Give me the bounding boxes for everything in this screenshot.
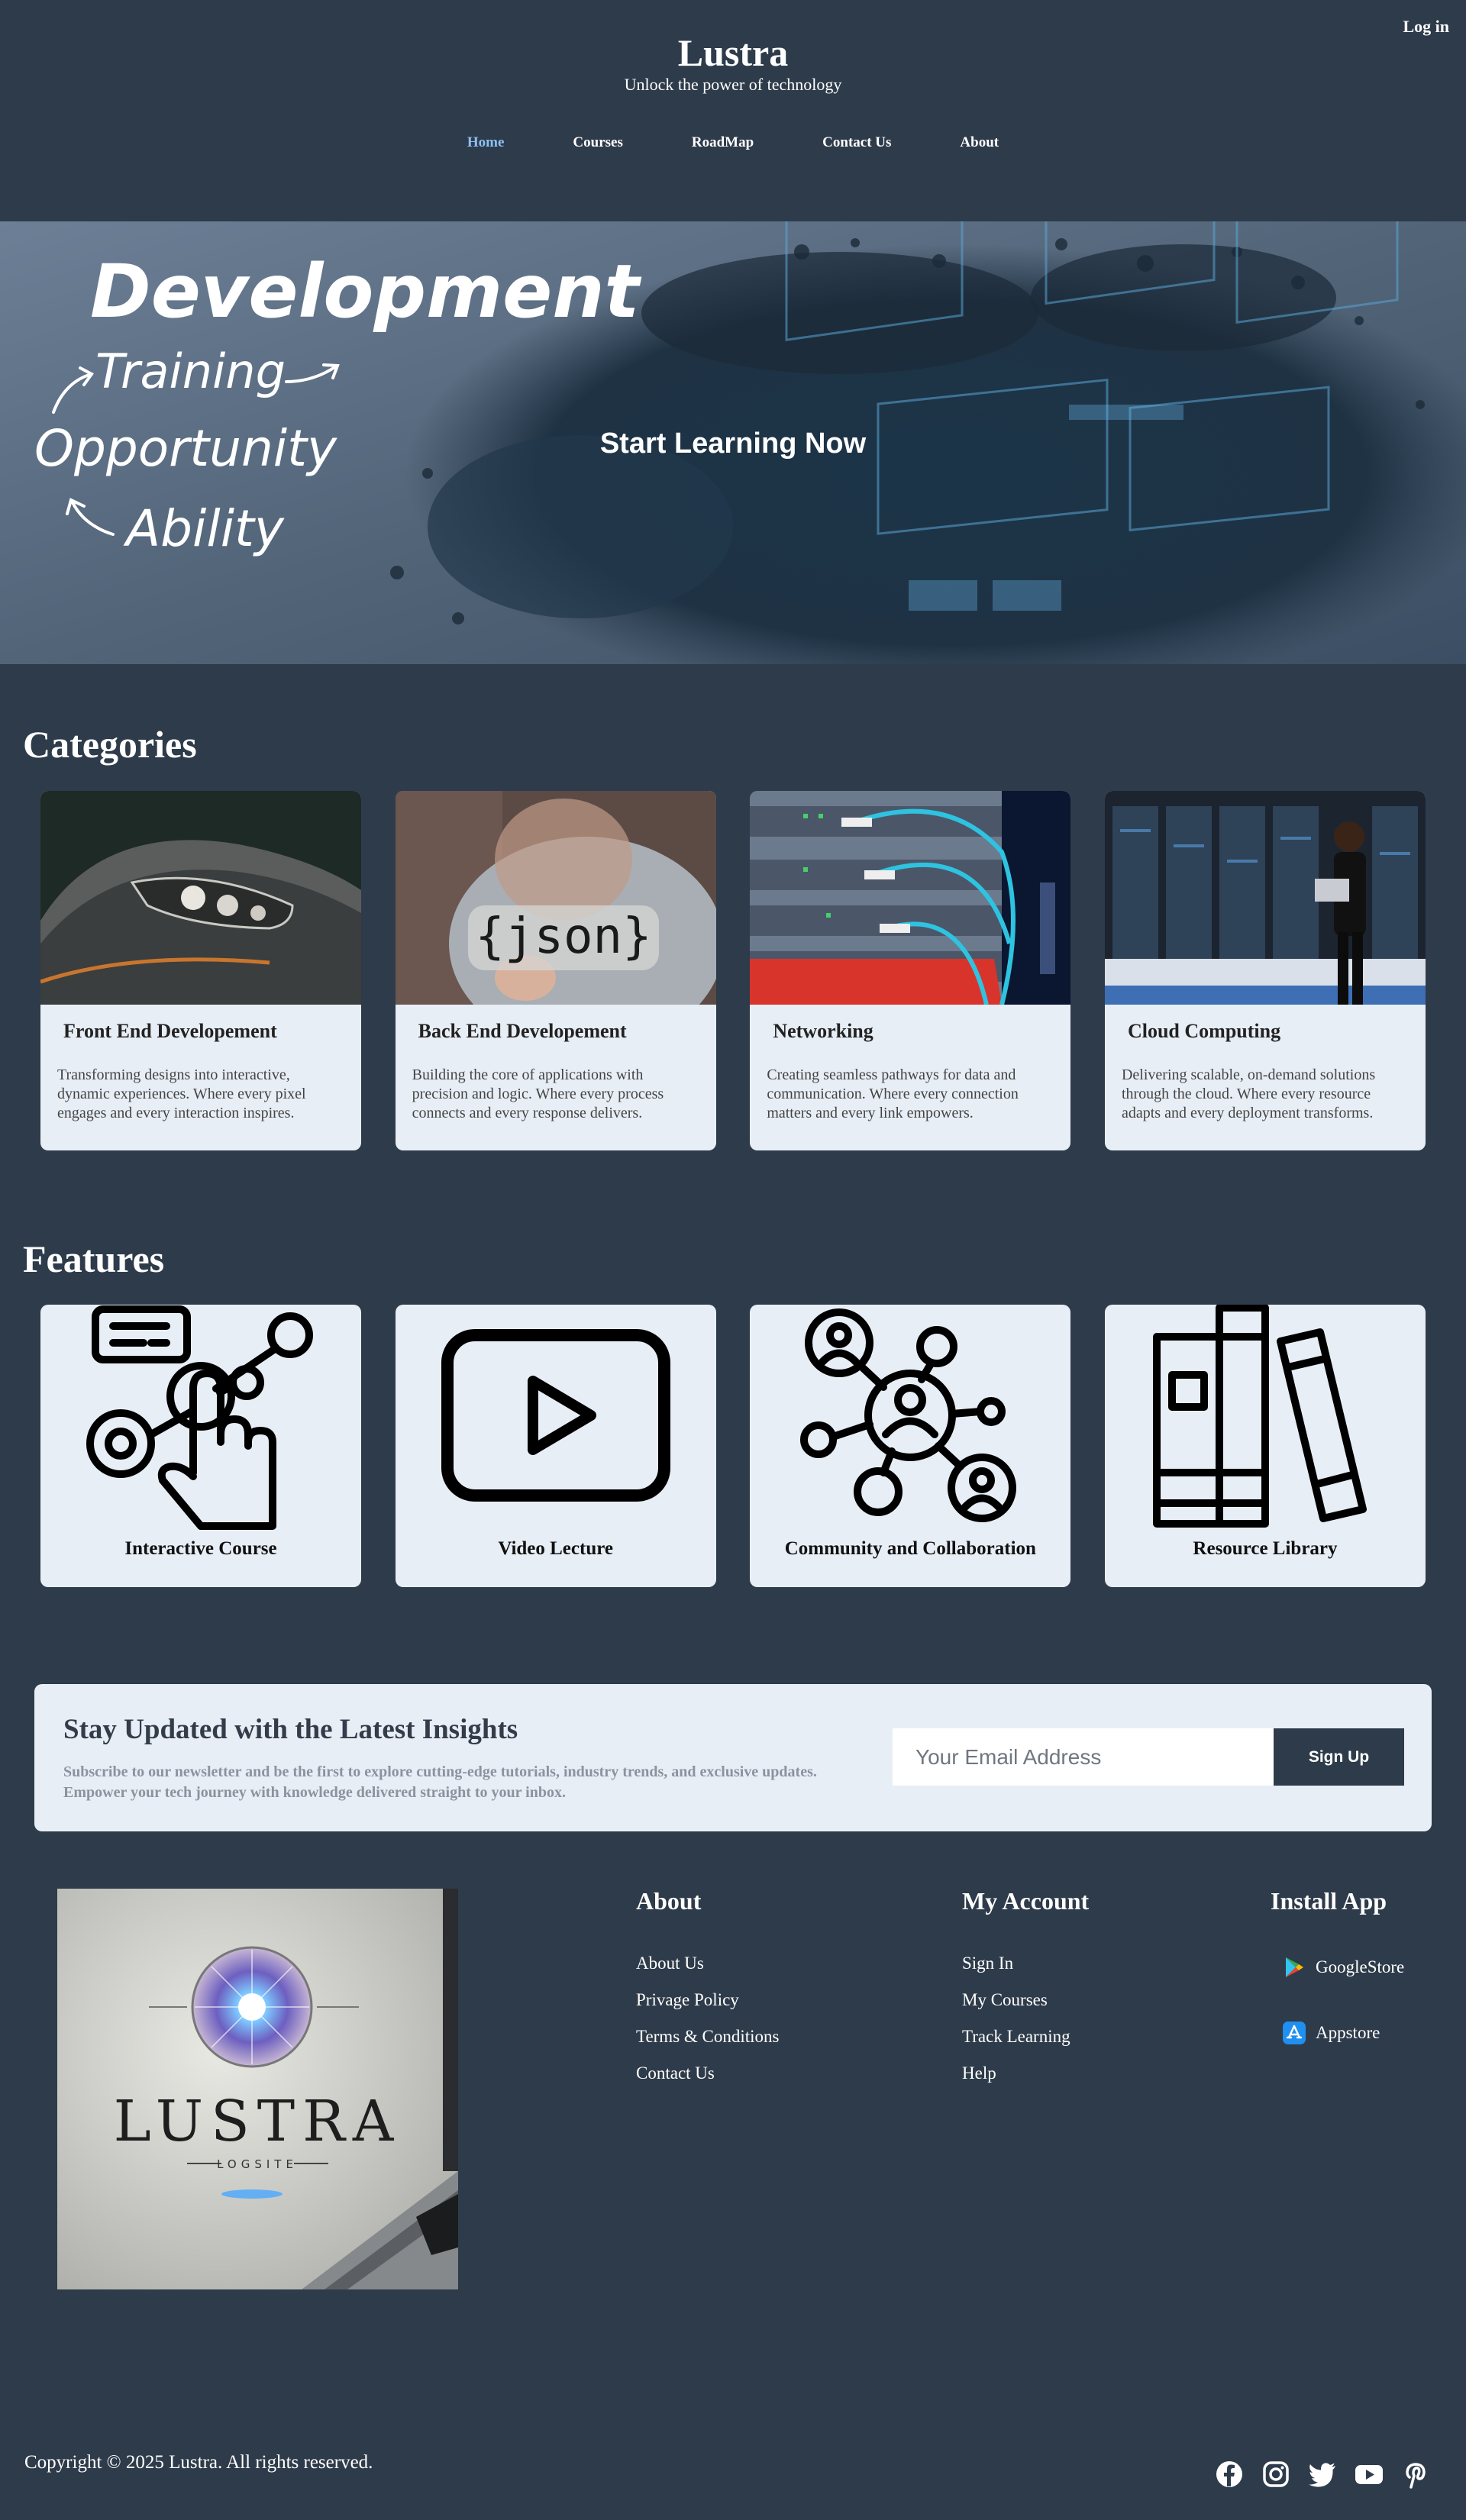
sign-up-button[interactable]: Sign Up xyxy=(1274,1728,1404,1786)
hero-banner: Development Training Opportunity Ability… xyxy=(0,221,1466,664)
category-card-networking[interactable]: Networking Creating seamless pathways fo… xyxy=(750,791,1071,1150)
instagram-icon[interactable] xyxy=(1261,2459,1291,2489)
nav-contact-us[interactable]: Contact Us xyxy=(788,134,925,151)
social-links xyxy=(1214,2459,1447,2489)
category-description: Creating seamless pathways for data and … xyxy=(767,1066,1019,1121)
appstore-link[interactable]: Appstore xyxy=(1282,2021,1404,2045)
logo-wordmark: LUSTRA xyxy=(114,2089,402,2154)
nav-about[interactable]: About xyxy=(925,134,1033,151)
category-card-cloud-computing[interactable]: Cloud Computing Delivering scalable, on-… xyxy=(1104,791,1426,1150)
pinterest-icon[interactable] xyxy=(1400,2459,1431,2489)
footer-link-privacy[interactable]: Privage Policy xyxy=(636,1990,780,2010)
feature-label: Community and Collaboration xyxy=(784,1538,1036,1559)
category-card-back-end[interactable]: {json} Back End Developement Building th… xyxy=(395,791,716,1150)
youtube-icon[interactable] xyxy=(1354,2459,1384,2489)
footer-account-column: My Account Sign In My Courses Track Lear… xyxy=(962,1887,1089,2100)
footer-about-title: About xyxy=(636,1887,702,1915)
datacenter-image xyxy=(1104,791,1426,1005)
car-headlight-image xyxy=(40,791,361,1005)
books-icon xyxy=(1152,1305,1367,1528)
newsletter-title: Stay Updated with the Latest Insights xyxy=(63,1714,518,1745)
feature-label: Video Lecture xyxy=(498,1538,613,1559)
footer-link-terms[interactable]: Terms & Conditions xyxy=(636,2027,780,2047)
feature-card-video-lecture[interactable]: Video Lecture xyxy=(395,1305,716,1587)
category-title: Networking xyxy=(773,1020,873,1042)
category-description: Building the core of applications with p… xyxy=(412,1066,664,1121)
start-learning-button[interactable]: Start Learning Now xyxy=(0,428,1466,460)
footer-account-title: My Account xyxy=(962,1887,1090,1915)
newsletter-text: Subscribe to our newsletter and be the f… xyxy=(63,1763,817,1801)
category-title: Front End Developement xyxy=(63,1020,277,1042)
categories-list: Front End Developement Transforming desi… xyxy=(40,791,1426,1150)
nav-courses[interactable]: Courses xyxy=(538,134,657,151)
video-play-icon xyxy=(441,1329,670,1502)
category-title: Back End Developement xyxy=(418,1020,627,1042)
twitter-icon[interactable] xyxy=(1307,2459,1338,2489)
features-list: Interactive Course Video Lecture Communi… xyxy=(40,1305,1426,1587)
main-nav: Home Courses RoadMap Contact Us About xyxy=(0,134,1466,151)
nav-home[interactable]: Home xyxy=(433,134,539,151)
google-play-icon xyxy=(1286,1957,1303,1977)
categories-title: Categories xyxy=(23,723,197,766)
feature-label: Resource Library xyxy=(1193,1538,1338,1559)
network-rack-image xyxy=(750,791,1071,1005)
brand-tagline: Unlock the power of technology xyxy=(624,75,842,94)
footer-install-column: Install App GoogleStore Appstore xyxy=(1271,1887,1404,2086)
footer-link-help[interactable]: Help xyxy=(962,2063,1089,2083)
category-description: Delivering scalable, on-demand solutions… xyxy=(1121,1066,1376,1121)
feature-card-resource-library[interactable]: Resource Library xyxy=(1104,1305,1426,1587)
facebook-icon[interactable] xyxy=(1214,2459,1245,2489)
features-title: Features xyxy=(23,1237,165,1280)
lustra-logo-image: LUSTRA LOGSITE xyxy=(57,1889,458,2289)
hero-word-training: Training xyxy=(95,344,286,399)
json-label: {json} xyxy=(475,908,651,965)
touch-network-icon xyxy=(86,1305,313,1530)
feature-card-community[interactable]: Community and Collaboration xyxy=(750,1305,1071,1587)
brand-title: Lustra xyxy=(677,31,789,74)
hero-word-ability: Ability xyxy=(123,499,285,558)
logo-subtitle: LOGSITE xyxy=(217,2157,298,2171)
category-title: Cloud Computing xyxy=(1127,1020,1281,1042)
email-input[interactable] xyxy=(893,1728,1308,1786)
newsletter-panel: Stay Updated with the Latest Insights Su… xyxy=(34,1684,1432,1831)
footer-link-sign-in[interactable]: Sign In xyxy=(962,1954,1089,1973)
category-description: Transforming designs into interactive, d… xyxy=(57,1066,306,1121)
footer-link-about-us[interactable]: About Us xyxy=(636,1954,780,1973)
footer-link-contact[interactable]: Contact Us xyxy=(636,2063,780,2083)
feature-label: Interactive Course xyxy=(124,1538,277,1559)
community-network-icon xyxy=(800,1308,1017,1522)
footer-link-track-learning[interactable]: Track Learning xyxy=(962,2027,1089,2047)
app-store-icon xyxy=(1283,2021,1306,2044)
appstore-label: Appstore xyxy=(1316,2023,1380,2042)
footer-link-my-courses[interactable]: My Courses xyxy=(962,1990,1089,2010)
footer-about-column: About About Us Privage Policy Terms & Co… xyxy=(636,1887,780,2100)
site-header: Log in Lustra Unlock the power of techno… xyxy=(0,0,1466,221)
google-store-link[interactable]: GoogleStore xyxy=(1282,1955,1404,1980)
google-store-label: GoogleStore xyxy=(1316,1957,1405,1976)
footer-install-title: Install App xyxy=(1271,1887,1387,1915)
hero-word-development: Development xyxy=(90,249,642,334)
category-card-front-end[interactable]: Front End Developement Transforming desi… xyxy=(40,791,361,1150)
copyright-text: Copyright © 2025 Lustra. All rights rese… xyxy=(24,2452,373,2473)
nav-roadmap[interactable]: RoadMap xyxy=(657,134,788,151)
feature-card-interactive-course[interactable]: Interactive Course xyxy=(40,1305,361,1587)
json-hand-image: {json} xyxy=(395,791,716,1005)
